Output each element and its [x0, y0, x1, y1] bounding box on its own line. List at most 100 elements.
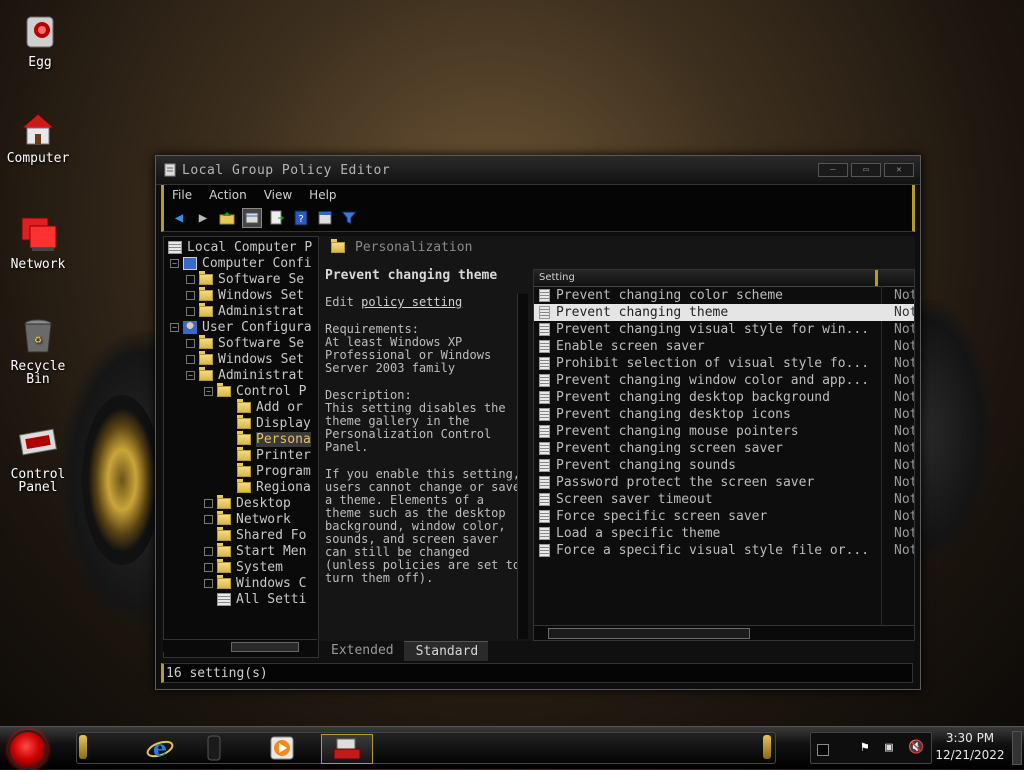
tree-item[interactable]: Start Men: [204, 542, 306, 559]
tree-item[interactable]: − User Configura: [170, 319, 312, 335]
tree-item[interactable]: Windows Set: [186, 350, 304, 367]
setting-row[interactable]: Load a specific theme Not: [534, 525, 914, 542]
tree-expander[interactable]: [186, 274, 195, 284]
setting-row[interactable]: Enable screen saver Not: [534, 338, 914, 355]
setting-row[interactable]: Prevent changing screen saver Not: [534, 440, 914, 457]
tree-expander[interactable]: [186, 290, 195, 300]
tree-expander[interactable]: −: [186, 370, 195, 380]
tree-expander[interactable]: [204, 498, 213, 508]
up-folder-icon[interactable]: [218, 209, 236, 227]
start-button[interactable]: [8, 730, 48, 770]
setting-row[interactable]: Prevent changing theme Not: [534, 304, 914, 321]
setting-row[interactable]: Screen saver timeout Not: [534, 491, 914, 508]
tree-expander[interactable]: −: [170, 258, 179, 268]
menu-help[interactable]: Help: [301, 188, 345, 202]
computer-config-icon: [183, 256, 197, 270]
help-icon[interactable]: ?: [292, 209, 310, 227]
internet-explorer-icon[interactable]: e: [135, 734, 185, 762]
tree-item[interactable]: Software Se: [186, 270, 304, 287]
tree-item[interactable]: Add or: [224, 398, 303, 415]
network-tray-icon[interactable]: ▣: [885, 740, 893, 755]
desktop-icon-control-panel[interactable]: Control Panel: [0, 424, 76, 494]
setting-row[interactable]: Prevent changing sounds Not: [534, 457, 914, 474]
maximize-button[interactable]: ▭: [851, 163, 881, 177]
all-settings-icon: [217, 592, 231, 606]
back-arrow-icon[interactable]: ◀: [170, 209, 188, 227]
export-list-icon[interactable]: [268, 209, 286, 227]
tree-item[interactable]: Program: [224, 462, 311, 479]
media-player-icon[interactable]: [257, 734, 307, 762]
menu-file[interactable]: File: [164, 188, 201, 202]
properties-icon[interactable]: [316, 209, 334, 227]
tree-expander[interactable]: −: [204, 386, 213, 396]
desktop-icon-egg[interactable]: Egg: [2, 12, 78, 69]
tree-expander[interactable]: −: [170, 322, 179, 332]
folder-icon: [237, 462, 251, 477]
list-horizontal-scrollbar[interactable]: [534, 625, 914, 640]
column-setting[interactable]: Setting: [534, 270, 878, 286]
tree-item[interactable]: Shared Fo: [204, 526, 306, 543]
tree-item[interactable]: Windows C: [204, 574, 306, 591]
tree-expander[interactable]: [204, 578, 213, 588]
tree-expander[interactable]: [186, 338, 195, 348]
tree-item[interactable]: − Control P: [204, 382, 306, 399]
tree-item[interactable]: All Setti: [204, 591, 306, 607]
setting-row[interactable]: Prevent changing desktop background Not: [534, 389, 914, 406]
clock[interactable]: 3:30 PM 12/21/2022: [928, 730, 1012, 764]
tree-item[interactable]: − Computer Confi: [170, 255, 312, 271]
tree-scroll-thumb[interactable]: [231, 642, 299, 652]
minimize-button[interactable]: –: [818, 163, 848, 177]
tab-standard[interactable]: Standard: [403, 641, 489, 661]
tree-item[interactable]: Network: [204, 510, 291, 527]
policy-editor-icon[interactable]: [321, 734, 373, 764]
desktop-icon-network[interactable]: Network: [0, 214, 76, 271]
flag-icon[interactable]: ⚑: [861, 740, 869, 755]
tree-item[interactable]: System: [204, 558, 283, 575]
filter-icon[interactable]: [340, 209, 358, 227]
volume-muted-icon[interactable]: 🔇: [908, 740, 924, 755]
forward-arrow-icon[interactable]: ▶: [194, 209, 212, 227]
tree-horizontal-scrollbar[interactable]: [163, 639, 317, 652]
tree-item[interactable]: Software Se: [186, 334, 304, 351]
setting-row[interactable]: Force a specific visual style file or...…: [534, 542, 914, 559]
setting-row[interactable]: Prevent changing desktop icons Not: [534, 406, 914, 423]
tree-item[interactable]: Administrat: [186, 302, 304, 319]
list-scroll-thumb[interactable]: [548, 628, 750, 639]
tree-item[interactable]: Printer: [224, 446, 311, 463]
tree-item[interactable]: Regiona: [224, 478, 311, 495]
show-desktop-button[interactable]: [1012, 731, 1022, 765]
setting-row[interactable]: Prevent changing mouse pointers Not: [534, 423, 914, 440]
tree-expander[interactable]: [204, 546, 213, 556]
tab-extended[interactable]: Extended: [319, 641, 404, 661]
edit-policy-link[interactable]: policy setting: [361, 295, 462, 309]
tree-item[interactable]: Persona: [224, 430, 311, 447]
tree-item[interactable]: − Administrat: [186, 366, 304, 383]
tree-item[interactable]: Windows Set: [186, 286, 304, 303]
policy-setting-icon: [539, 544, 550, 557]
setting-row[interactable]: Force specific screen saver Not: [534, 508, 914, 525]
close-button[interactable]: ✕: [884, 163, 914, 177]
tree-expander[interactable]: [204, 514, 213, 524]
desktop-icon-computer[interactable]: Computer: [0, 108, 76, 165]
setting-row[interactable]: Prevent changing visual style for win...…: [534, 321, 914, 338]
tree-expander[interactable]: [204, 562, 213, 572]
tree-item[interactable]: Desktop: [204, 494, 291, 511]
desktop-icon-recycle-bin[interactable]: ♻ Recycle Bin: [0, 316, 76, 386]
tree-expander[interactable]: [186, 306, 195, 316]
dark-app-icon[interactable]: [189, 734, 239, 762]
setting-row[interactable]: Prohibit selection of visual style fo...…: [534, 355, 914, 372]
tree-item-label: Add or: [256, 399, 303, 415]
navigation-tree[interactable]: Local Computer P − Computer Confi Software …: [163, 236, 319, 658]
window-titlebar[interactable]: Local Group Policy Editor – ▭ ✕: [156, 156, 920, 185]
description-scrollbar[interactable]: [517, 294, 528, 639]
tree-item[interactable]: Display: [224, 414, 311, 431]
menu-action[interactable]: Action: [201, 188, 256, 202]
tray-expand-button[interactable]: [817, 744, 829, 756]
menu-view[interactable]: View: [256, 188, 301, 202]
setting-row[interactable]: Prevent changing window color and app...…: [534, 372, 914, 389]
setting-row[interactable]: Prevent changing color scheme Not: [534, 287, 914, 304]
setting-row[interactable]: Password protect the screen saver Not: [534, 474, 914, 491]
tree-expander[interactable]: [186, 354, 195, 364]
tree-item[interactable]: Local Computer P: [168, 239, 312, 255]
show-hide-tree-icon[interactable]: [242, 208, 262, 228]
